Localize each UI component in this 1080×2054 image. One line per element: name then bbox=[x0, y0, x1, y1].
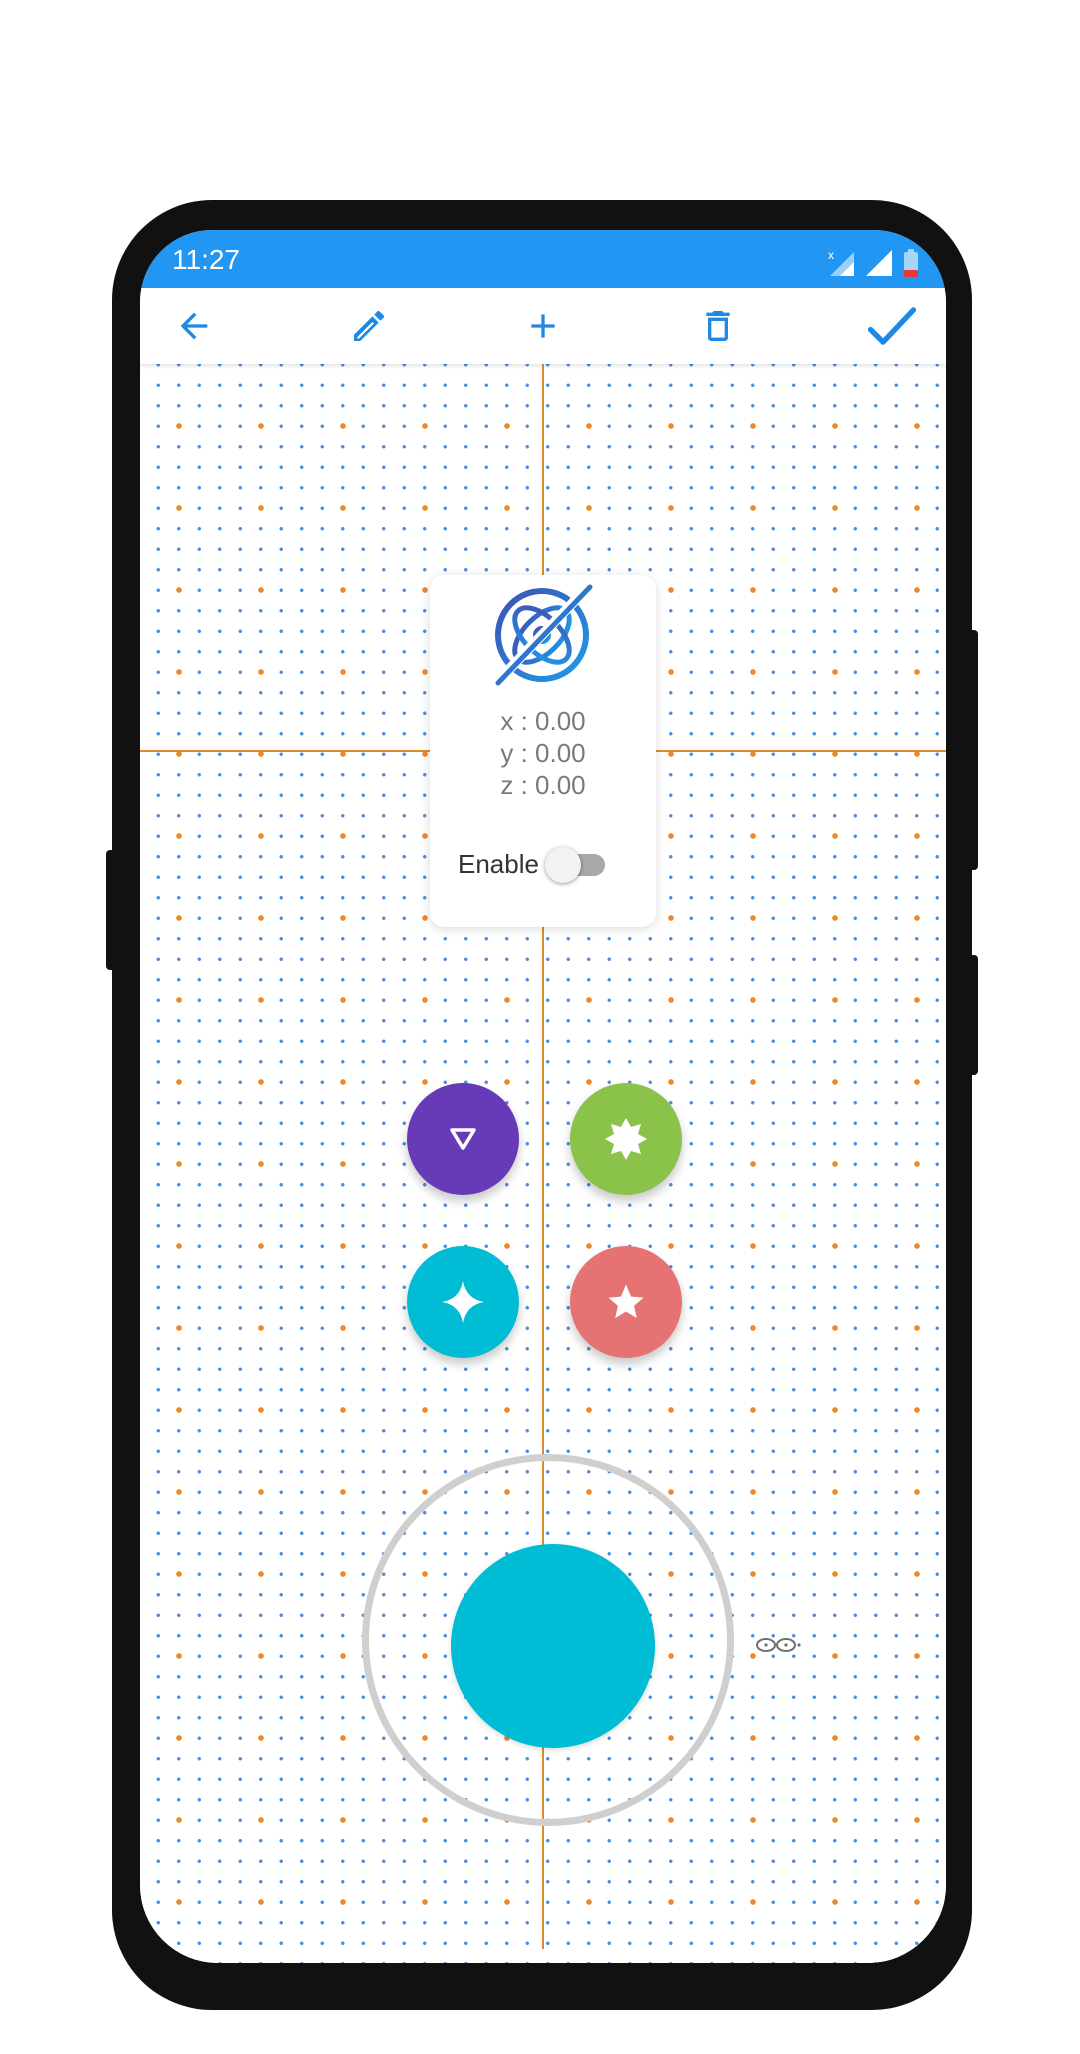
enable-toggle[interactable] bbox=[544, 845, 607, 883]
sparkle-button[interactable] bbox=[407, 1246, 519, 1358]
power-button bbox=[968, 630, 978, 870]
star-button[interactable] bbox=[570, 1246, 682, 1358]
gyroscope-off-icon bbox=[492, 583, 593, 687]
side-button bbox=[968, 955, 978, 1075]
confirm-button[interactable] bbox=[864, 298, 920, 354]
back-arrow-icon bbox=[180, 312, 208, 340]
back-button[interactable] bbox=[166, 298, 222, 354]
status-icons: x bbox=[826, 242, 920, 278]
z-value: z : 0.00 bbox=[500, 770, 586, 800]
add-button[interactable] bbox=[515, 298, 571, 354]
signal-icon bbox=[866, 250, 892, 276]
four-point-star-icon bbox=[442, 1281, 484, 1323]
battery-low-icon bbox=[904, 249, 918, 277]
toolbar bbox=[140, 288, 946, 364]
check-icon bbox=[867, 307, 917, 345]
edit-button[interactable] bbox=[341, 298, 397, 354]
star-burst-icon bbox=[605, 1118, 647, 1160]
trash-icon bbox=[705, 311, 730, 341]
plus-icon bbox=[531, 314, 555, 338]
no-sim-signal-icon: x bbox=[828, 248, 854, 276]
pencil-icon bbox=[353, 310, 384, 341]
volume-button bbox=[106, 850, 116, 970]
burst-button[interactable] bbox=[570, 1083, 682, 1195]
app-screen: 11:27 x x: 0.00 y: 0.00 z: 0.00 Enabl… bbox=[140, 230, 946, 1963]
gyroscope-card: x : 0.00 y : 0.00 z : 0.00 Enable bbox=[430, 575, 656, 927]
infinity-icon bbox=[756, 1638, 801, 1652]
y-value: y : 0.00 bbox=[500, 738, 586, 768]
star-icon bbox=[608, 1284, 644, 1319]
triangle-button[interactable] bbox=[407, 1083, 519, 1195]
joystick-knob[interactable] bbox=[451, 1544, 655, 1748]
delete-button[interactable] bbox=[690, 298, 746, 354]
svg-text:x: x bbox=[828, 248, 834, 262]
enable-label: Enable bbox=[458, 848, 539, 879]
status-time: 11:27 bbox=[172, 244, 240, 275]
coordinate-readout: x : 0.00 y : 0.00 z : 0.00 bbox=[430, 705, 656, 801]
status-bar: 11:27 x bbox=[140, 230, 946, 288]
enable-row: Enable bbox=[458, 845, 607, 883]
toggle-thumb bbox=[544, 847, 581, 883]
triangle-down-icon bbox=[450, 1128, 476, 1150]
x-value: x : 0.00 bbox=[500, 706, 586, 736]
